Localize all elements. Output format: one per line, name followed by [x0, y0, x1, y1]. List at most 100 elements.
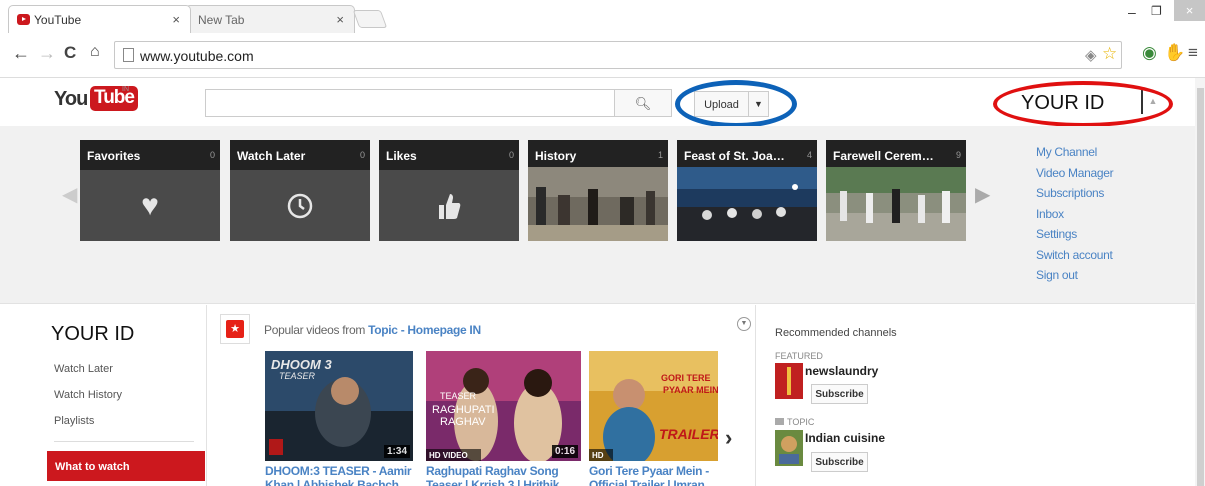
star-icon: ★ — [226, 320, 244, 338]
topic-icon — [775, 418, 784, 425]
divider — [54, 441, 194, 442]
account-menu: My Channel Video Manager Subscriptions I… — [1036, 142, 1114, 286]
youtube-favicon-icon — [17, 14, 30, 25]
sidebar-item-watch-later[interactable]: Watch Later — [54, 363, 113, 375]
svg-text:GORI TERE: GORI TERE — [661, 373, 711, 383]
guide-card-feast[interactable]: Feast of St. Joan ... 4 — [677, 140, 817, 241]
card-title: Feast of St. Joan ... — [684, 149, 789, 163]
back-arrow-icon[interactable]: ← — [12, 43, 30, 64]
extension-circle-icon[interactable]: ◉ — [1142, 43, 1157, 63]
svg-text:HD: HD — [592, 451, 604, 460]
video-thumbnail-2[interactable]: TEASER RAGHUPATI RAGHAV HD VIDEO 0:16 — [426, 351, 581, 461]
tab-title: New Tab — [198, 13, 245, 27]
menu-switch-account[interactable]: Switch account — [1036, 245, 1113, 266]
guide-card-watch-later[interactable]: Watch Later 0 — [230, 140, 370, 241]
sidebar-item-playlists[interactable]: Playlists — [54, 415, 94, 427]
feed-heading-prefix: Popular videos from — [264, 323, 369, 337]
bookmark-star-icon[interactable]: ☆ — [1102, 44, 1117, 64]
menu-sign-out[interactable]: Sign out — [1036, 265, 1113, 286]
menu-inbox[interactable]: Inbox — [1036, 204, 1113, 225]
indian-cuisine-avatar[interactable] — [775, 430, 803, 466]
search-icon: 🔍︎ — [634, 96, 652, 111]
svg-text:RAGHAV: RAGHAV — [440, 416, 486, 428]
svg-text:RAGHUPATI: RAGHUPATI — [432, 404, 495, 416]
gori-thumbnail-image: GORI TERE PYAAR MEIN TRAILER HD — [589, 351, 718, 461]
channel-name[interactable]: newslaundry — [805, 364, 878, 378]
left-sidebar: YOUR ID Watch Later Watch History Playli… — [0, 305, 205, 486]
svg-text:TEASER: TEASER — [279, 371, 316, 381]
menu-video-manager[interactable]: Video Manager — [1036, 163, 1114, 184]
guide-card-history[interactable]: History 1 — [528, 140, 668, 241]
video-title-3-line2[interactable]: Official Trailer | Imran — [589, 478, 739, 486]
scrollbar-thumb[interactable] — [1197, 88, 1204, 486]
clock-icon — [230, 170, 370, 241]
annotation-circle-red — [993, 81, 1173, 127]
extension-diamond-icon[interactable]: ◈ — [1085, 46, 1097, 64]
video-title-1-line2[interactable]: Khan | Abhishek Bachch — [265, 478, 415, 486]
feed-options-icon[interactable]: ▼ — [737, 317, 751, 331]
feed-source-link[interactable]: Topic - Homepage IN — [368, 323, 481, 337]
feed-heading: Popular videos from Topic - Homepage IN — [264, 323, 481, 337]
minimize-button[interactable]: – — [1128, 4, 1136, 20]
new-tab-button[interactable] — [352, 10, 388, 28]
video-title-2[interactable]: Raghupati Raghav Song — [426, 464, 576, 478]
home-icon[interactable]: ⌂ — [90, 43, 100, 61]
svg-text:PYAAR MEIN: PYAAR MEIN — [663, 385, 718, 395]
close-window-button[interactable]: × — [1174, 0, 1205, 21]
subscribe-button[interactable]: Subscribe — [811, 452, 868, 472]
logo-you[interactable]: You — [54, 88, 88, 111]
guide-card-farewell[interactable]: Farewell Ceremo... 9 — [826, 140, 966, 241]
youtube-header: You Tube IN 🔍︎ Upload ▼ YOUR ID ▲ — [0, 78, 1195, 128]
tab-new-tab[interactable]: New Tab × — [185, 5, 355, 33]
reload-icon[interactable]: C — [64, 43, 76, 63]
rec-tag-featured: FEATURED — [775, 351, 823, 361]
logo-tube[interactable]: Tube — [90, 86, 138, 111]
carousel-prev-icon[interactable]: ◀ — [62, 182, 77, 207]
address-bar[interactable]: www.youtube.com ◈ ☆ — [114, 41, 1122, 69]
menu-settings[interactable]: Settings — [1036, 224, 1113, 245]
video-title-1[interactable]: DHOOM:3 TEASER - Aamir — [265, 464, 415, 478]
thumbs-up-icon — [379, 170, 519, 241]
sidebar-item-what-to-watch[interactable]: What to watch — [47, 451, 205, 481]
forward-arrow-icon[interactable]: → — [38, 43, 56, 64]
search-input[interactable] — [205, 89, 615, 117]
carousel-next-icon[interactable]: ▶ — [975, 182, 990, 207]
svg-text:TRAILER: TRAILER — [659, 426, 718, 442]
tab-close-icon[interactable]: × — [336, 12, 344, 27]
browser-toolbar: ← → C ⌂ www.youtube.com ◈ ☆ ◉ ✋ ≡ — [0, 34, 1205, 78]
video-thumbnail-1[interactable]: DHOOM 3 TEASER 1:34 — [265, 351, 413, 461]
video-title-2-line2[interactable]: Teaser | Krrish 3 | Hrithik — [426, 478, 576, 486]
card-count: 9 — [955, 150, 961, 160]
tab-youtube[interactable]: YouTube × — [8, 5, 191, 33]
sidebar-user-name[interactable]: YOUR ID — [51, 323, 134, 346]
chevron-right-icon[interactable]: › — [725, 425, 732, 451]
main-feed: ★ Popular videos from Topic - Homepage I… — [206, 305, 756, 486]
channel-name[interactable]: Indian cuisine — [805, 431, 885, 445]
subscribe-button[interactable]: Subscribe — [811, 384, 868, 404]
extension-hand-icon[interactable]: ✋ — [1164, 43, 1185, 63]
tab-close-icon[interactable]: × — [172, 12, 180, 27]
feed-source-avatar[interactable]: ★ — [220, 314, 250, 344]
search-button[interactable]: 🔍︎ — [614, 89, 672, 117]
card-count: 4 — [806, 150, 812, 160]
maximize-button[interactable]: ❐ — [1151, 4, 1162, 18]
menu-my-channel[interactable]: My Channel — [1036, 142, 1113, 163]
video-duration: 0:16 — [551, 445, 578, 458]
svg-text:DHOOM 3: DHOOM 3 — [271, 357, 332, 372]
url-text[interactable]: www.youtube.com — [140, 48, 254, 64]
annotation-circle-blue — [675, 80, 797, 128]
guide-card-likes[interactable]: Likes 0 — [379, 140, 519, 241]
logo-region: IN — [122, 86, 129, 93]
farewell-thumbnail — [826, 167, 966, 241]
menu-subscriptions[interactable]: Subscriptions — [1036, 183, 1113, 204]
card-count: 0 — [508, 150, 514, 160]
newslaundry-avatar[interactable] — [775, 363, 803, 399]
video-title-3[interactable]: Gori Tere Pyaar Mein - — [589, 464, 739, 478]
rec-tag-topic-label: TOPIC — [787, 417, 815, 427]
guide-card-favorites[interactable]: Favorites 0 ♥ — [80, 140, 220, 241]
card-title: Favorites — [87, 149, 141, 163]
browser-menu-icon[interactable]: ≡ — [1188, 43, 1198, 63]
video-thumbnail-3[interactable]: GORI TERE PYAAR MEIN TRAILER HD — [589, 351, 718, 461]
sidebar-item-watch-history[interactable]: Watch History — [54, 389, 122, 401]
card-title: History — [535, 149, 577, 163]
